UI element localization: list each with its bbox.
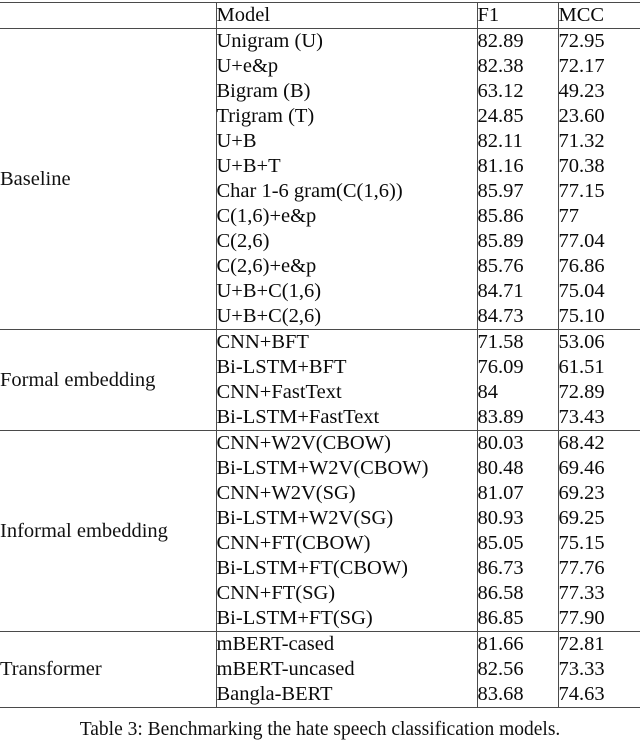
mcc-value-cell: 73.43 [557, 405, 640, 431]
model-name-cell: Unigram (U) [215, 28, 477, 54]
model-name-cell: CNN+FT(CBOW) [215, 531, 477, 556]
model-name-cell: CNN+FT(SG) [215, 581, 477, 606]
table-header-row: Model F1 MCC [0, 2, 640, 29]
model-name-cell: Bi-LSTM+BFT [215, 355, 477, 380]
f1-value-cell: 84.71 [476, 279, 558, 304]
mcc-value-cell: 69.25 [557, 506, 640, 531]
table-row: Baseline Unigram (U) 82.89 72.95 [0, 28, 640, 190]
table-row: Informal embedding CNN+W2V(CBOW) 80.03 68.4… [0, 430, 640, 542]
f1-value-cell: 85.97 [476, 179, 558, 204]
page-root: Model F1 MCC Baseline Unigram (U) 82.89 72.95 U… [0, 0, 640, 740]
mcc-value-cell: 72.89 [557, 380, 640, 405]
f1-value-cell: 85.76 [476, 254, 558, 279]
group-label-2: Informal embedding [0, 519, 168, 542]
mcc-value-cell: 49.23 [557, 79, 640, 104]
f1-value-cell: 83.89 [476, 405, 558, 431]
table-caption: Table 3: Benchmarking the hate speech cl… [79, 719, 561, 740]
model-name-cell: C(2,6) [215, 229, 477, 254]
f1-value-cell: 63.12 [476, 79, 558, 104]
table-body: Model F1 MCC Baseline Unigram (U) 82.89 72.95 U… [0, 2, 640, 708]
f1-value-cell: 83.68 [476, 682, 558, 708]
f1-value-cell: 86.73 [476, 556, 558, 581]
model-name-cell: U+B+C(2,6) [215, 304, 477, 330]
f1-value-cell: 80.93 [476, 506, 558, 531]
mcc-value-cell: 72.81 [557, 631, 640, 657]
model-name-cell: Bi-LSTM+W2V(SG) [215, 506, 477, 531]
mcc-value-cell: 77.15 [557, 179, 640, 204]
model-name-cell: Char 1-6 gram(C(1,6)) [215, 179, 477, 204]
model-name-cell: CNN+BFT [215, 329, 477, 355]
f1-value-cell: 84 [476, 380, 558, 405]
f1-value-cell: 24.85 [476, 104, 558, 129]
header-model-cell: Model [215, 2, 477, 29]
f1-value-cell: 81.66 [476, 631, 558, 657]
f1-value-cell: 80.03 [476, 430, 558, 456]
model-name-cell: Bi-LSTM+FT(SG) [215, 606, 477, 632]
mcc-value-cell: 61.51 [557, 355, 640, 380]
model-name-cell: C(1,6)+e&p [215, 204, 477, 229]
mcc-value-cell: 53.06 [557, 329, 640, 355]
model-name-cell: CNN+W2V(SG) [215, 481, 477, 506]
model-name-cell: Bigram (B) [215, 79, 477, 104]
mcc-value-cell: 77 [557, 204, 640, 229]
mcc-value-cell: 72.95 [557, 28, 640, 54]
model-name-cell: U+B+T [215, 154, 477, 179]
f1-value-cell: 81.07 [476, 481, 558, 506]
f1-value-cell: 71.58 [476, 329, 558, 355]
f1-value-cell: 86.58 [476, 581, 558, 606]
mcc-value-cell: 77.33 [557, 581, 640, 606]
f1-value-cell: 85.05 [476, 531, 558, 556]
group-label-0: Baseline [0, 167, 71, 190]
f1-value-cell: 82.56 [476, 657, 558, 682]
mcc-value-cell: 77.90 [557, 606, 640, 632]
mcc-value-cell: 77.76 [557, 556, 640, 581]
f1-value-cell: 80.48 [476, 456, 558, 481]
group-label-3: Transformer [0, 658, 102, 680]
mcc-value-cell: 77.04 [557, 229, 640, 254]
model-name-cell: U+e&p [215, 54, 477, 79]
mcc-value-cell: 74.63 [557, 682, 640, 708]
table-row: Transformer mBERT-cased 81.66 72.81 [0, 631, 640, 680]
mcc-value-cell: 70.38 [557, 154, 640, 179]
model-name-cell: mBERT-uncased [215, 657, 477, 682]
mcc-value-cell: 72.17 [557, 54, 640, 79]
model-name-cell: Bangla-BERT [215, 682, 477, 708]
model-name-cell: C(2,6)+e&p [215, 254, 477, 279]
f1-value-cell: 85.86 [476, 204, 558, 229]
mcc-value-cell: 68.42 [557, 430, 640, 456]
mcc-value-cell: 75.15 [557, 531, 640, 556]
group-label-1: Formal embedding [0, 368, 156, 391]
mcc-value-cell: 73.33 [557, 657, 640, 682]
table-row: Formal embedding CNN+BFT 71.58 53.06 [0, 329, 640, 391]
header-mcc-cell: MCC [557, 2, 640, 29]
mcc-value-cell: 69.23 [557, 481, 640, 506]
mcc-value-cell: 69.46 [557, 456, 640, 481]
mcc-value-cell: 71.32 [557, 129, 640, 154]
model-name-cell: U+B+C(1,6) [215, 279, 477, 304]
mcc-value-cell: 23.60 [557, 104, 640, 129]
model-name-cell: Bi-LSTM+W2V(CBOW) [215, 456, 477, 481]
header-group-cell [0, 3, 216, 29]
model-name-cell: U+B [215, 129, 477, 154]
f1-value-cell: 76.09 [476, 355, 558, 380]
f1-value-cell: 81.16 [476, 154, 558, 179]
mcc-value-cell: 75.10 [557, 304, 640, 330]
model-name-cell: CNN+FastText [215, 380, 477, 405]
model-name-cell: mBERT-cased [215, 631, 477, 657]
header-f1-cell: F1 [476, 2, 558, 29]
mcc-value-cell: 76.86 [557, 254, 640, 279]
f1-value-cell: 82.89 [476, 28, 558, 54]
mcc-value-cell: 75.04 [557, 279, 640, 304]
benchmark-table: Model F1 MCC Baseline Unigram (U) 82.89 72.95 U… [0, 2, 640, 708]
model-name-cell: Trigram (T) [215, 104, 477, 129]
model-name-cell: CNN+W2V(CBOW) [215, 430, 477, 456]
model-name-cell: Bi-LSTM+FastText [215, 405, 477, 431]
f1-value-cell: 84.73 [476, 304, 558, 330]
f1-value-cell: 85.89 [476, 229, 558, 254]
f1-value-cell: 86.85 [476, 606, 558, 632]
f1-value-cell: 82.38 [476, 54, 558, 79]
f1-value-cell: 82.11 [476, 129, 558, 154]
model-name-cell: Bi-LSTM+FT(CBOW) [215, 556, 477, 581]
